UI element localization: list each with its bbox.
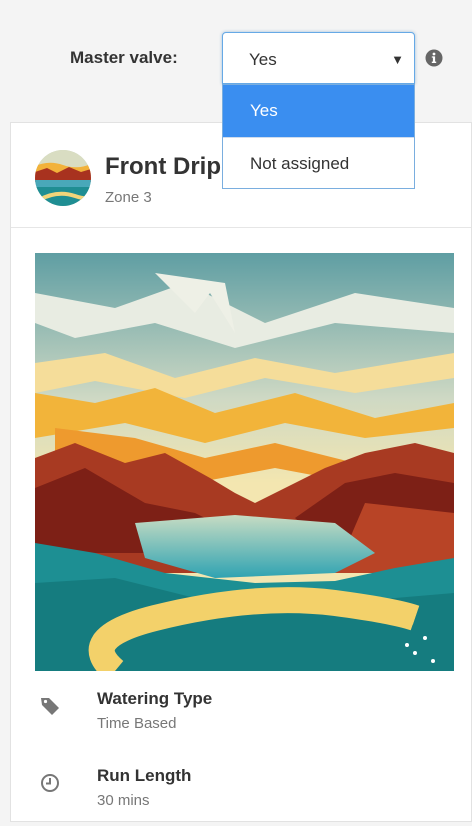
zone-number: Zone 3 — [105, 189, 152, 206]
master-valve-select[interactable]: Yes ▼ — [222, 32, 415, 84]
master-valve-label: Master valve: — [70, 48, 178, 67]
dropdown-option-label: Not assigned — [250, 154, 350, 173]
master-valve-selected-value: Yes — [249, 50, 277, 69]
dropdown-option-yes[interactable]: Yes — [223, 85, 414, 137]
clock-icon — [41, 774, 59, 792]
detail-value: Time Based — [97, 715, 177, 732]
caret-down-icon: ▼ — [391, 52, 404, 67]
dropdown-option-label: Yes — [250, 101, 278, 120]
page-gutter — [0, 0, 10, 807]
zone-avatar — [35, 150, 91, 206]
detail-value: 30 mins — [97, 792, 150, 809]
info-icon[interactable] — [425, 49, 443, 67]
detail-title: Watering Type — [97, 689, 213, 708]
dropdown-option-not-assigned[interactable]: Not assigned — [223, 137, 414, 190]
tag-icon — [41, 698, 59, 715]
zone-name: Front Drip — [105, 153, 221, 180]
master-valve-dropdown: Yes Not assigned — [222, 84, 415, 189]
zone-landscape-image — [35, 253, 454, 671]
detail-run-length: Run Length 30 mins — [11, 766, 471, 826]
detail-title: Run Length — [97, 766, 192, 785]
zone-card: Front Drip Zone 3 Watering Type Time Bas… — [10, 122, 472, 822]
detail-watering-type: Watering Type Time Based — [11, 689, 471, 749]
